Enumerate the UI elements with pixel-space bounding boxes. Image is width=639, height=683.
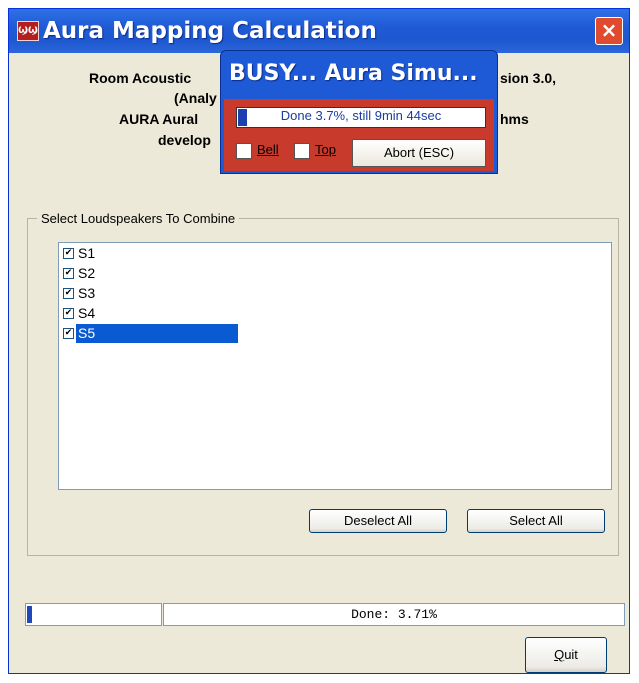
list-item[interactable]: ✔ S3 — [63, 284, 97, 303]
header-line2: (Analy — [174, 90, 217, 106]
status-progress-fill — [27, 606, 32, 623]
groupbox-label: Select Loudspeakers To Combine — [37, 211, 240, 226]
quit-label: Quit — [554, 647, 578, 662]
checkbox[interactable]: ✔ — [63, 308, 74, 319]
header-line3-left: AURA Aural — [119, 111, 199, 127]
busy-dialog-body: Done 3.7%, still 9min 44sec Bell Top Abo… — [224, 99, 494, 171]
close-button[interactable]: × — [595, 17, 623, 45]
header-line4: develop — [158, 132, 211, 148]
item-label: S3 — [78, 285, 96, 301]
busy-dialog: BUSY... Aura Simu... Done 3.7%, still 9m… — [220, 50, 498, 174]
title-bar[interactable]: ϢϢ Aura Mapping Calculation × — [9, 9, 629, 53]
status-progress-bar — [25, 603, 162, 626]
item-label: S2 — [78, 265, 96, 281]
checkbox[interactable]: ✔ — [63, 288, 74, 299]
bell-label[interactable]: Bell — [257, 142, 279, 157]
list-item[interactable]: ✔ S1 — [63, 244, 97, 263]
header-line1-right: sion 3.0, — [500, 70, 557, 86]
checkbox[interactable]: ✔ — [63, 328, 74, 339]
item-label: S4 — [78, 305, 96, 321]
item-label: S1 — [78, 245, 96, 261]
top-label[interactable]: Top — [315, 142, 336, 157]
busy-progress-bar: Done 3.7%, still 9min 44sec — [236, 107, 486, 128]
list-item[interactable]: ✔ S4 — [63, 304, 97, 323]
busy-progress-text: Done 3.7%, still 9min 44sec — [280, 108, 442, 123]
header-line3-right: hms — [500, 111, 529, 127]
list-item[interactable]: ✔ S2 — [63, 264, 97, 283]
quit-button[interactable]: Quit — [525, 637, 607, 673]
app-icon: ϢϢ — [17, 21, 39, 41]
checkbox[interactable]: ✔ — [63, 268, 74, 279]
list-item-selected[interactable]: ✔ S5 — [63, 324, 238, 343]
top-checkbox[interactable] — [294, 143, 310, 159]
busy-dialog-title: BUSY... Aura Simu... — [229, 61, 478, 86]
abort-button[interactable]: Abort (ESC) — [352, 139, 486, 167]
loudspeaker-list[interactable]: ✔ S1 ✔ S2 ✔ S3 ✔ S4 ✔ S5 — [58, 242, 612, 490]
checkbox[interactable]: ✔ — [63, 248, 74, 259]
bell-checkbox[interactable] — [236, 143, 252, 159]
status-text: Done: 3.71% — [163, 603, 625, 626]
item-label: S5 — [76, 324, 238, 343]
window-title: Aura Mapping Calculation — [43, 18, 377, 44]
header-line1-left: Room Acoustic — [89, 70, 192, 86]
select-all-button[interactable]: Select All — [467, 509, 605, 533]
deselect-all-button[interactable]: Deselect All — [309, 509, 447, 533]
